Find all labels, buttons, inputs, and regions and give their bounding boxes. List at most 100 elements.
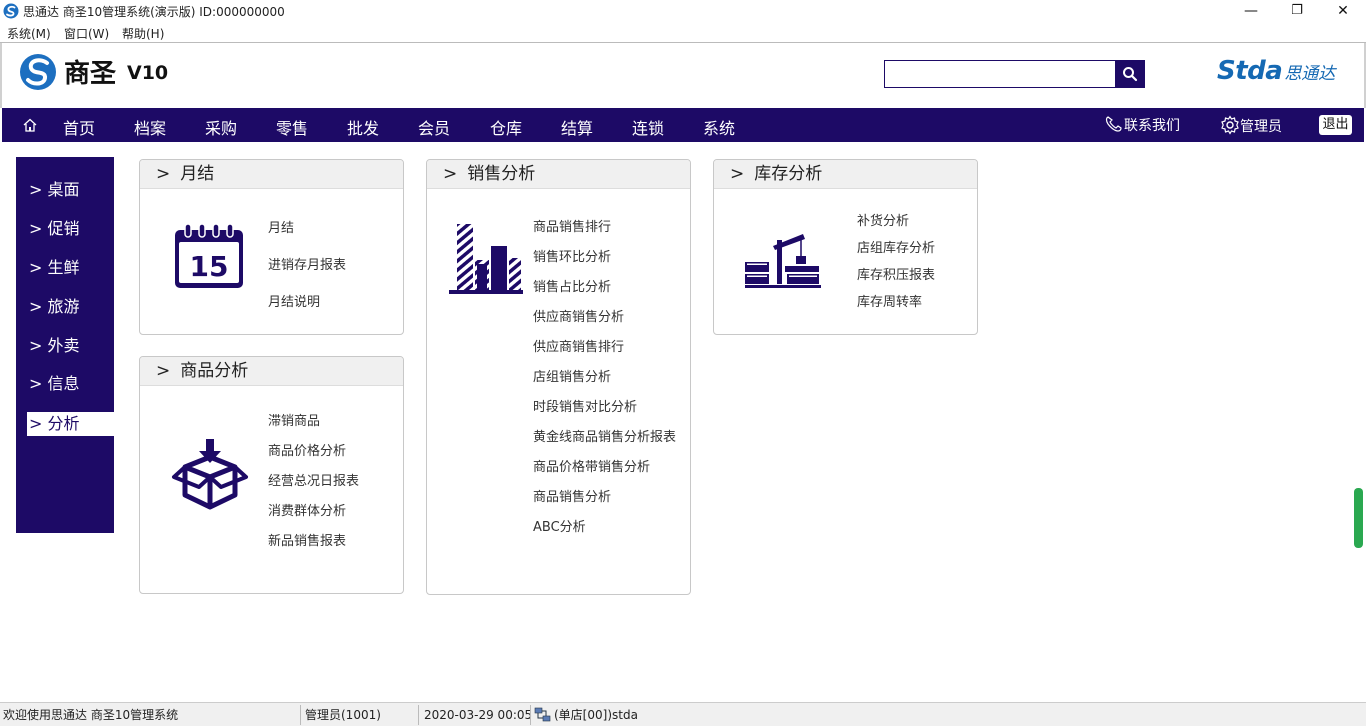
sidebar-item-info[interactable]: > 信息 (27, 372, 114, 396)
nav-wholesale[interactable]: 批发 (347, 115, 379, 139)
status-welcome: 欢迎使用思通达 商圣10管理系统 (3, 708, 179, 722)
link-slow-moving[interactable]: 滞销商品 (268, 410, 320, 429)
nav-home[interactable]: 首页 (63, 115, 95, 139)
link-product-sales[interactable]: 商品销售分析 (533, 486, 611, 505)
status-bar: 欢迎使用思通达 商圣10管理系统 管理员(1001) 2020-03-29 00… (0, 702, 1366, 726)
panel-inventory-title: 库存分析 (754, 164, 823, 184)
contact-us-link[interactable]: 联系我们 (1104, 115, 1180, 135)
main-nav: 首页 档案 采购 零售 批发 会员 仓库 结算 连锁 系统 联系我们 管理员 退… (2, 108, 1364, 142)
link-sales-mom[interactable]: 销售环比分析 (533, 246, 611, 265)
panel-monthly: > 月结 15 月结 进销存月报表 月结说明 (139, 159, 404, 335)
admin-user[interactable]: 管理员 (1220, 115, 1282, 136)
phone-icon (1105, 116, 1122, 132)
search-button[interactable] (1115, 60, 1145, 88)
sidebar-item-desktop[interactable]: > 桌面 (27, 178, 114, 202)
panel-inventory-header: > 库存分析 (714, 160, 977, 189)
link-price-band-sales[interactable]: 商品价格带销售分析 (533, 456, 650, 475)
restore-button[interactable]: ❐ (1274, 0, 1320, 22)
panel-monthly-header: > 月结 (140, 160, 403, 189)
link-consumer-analysis[interactable]: 消费群体分析 (268, 500, 346, 519)
link-price-analysis[interactable]: 商品价格分析 (268, 440, 346, 459)
panel-arrow: > (156, 361, 171, 381)
menu-window[interactable]: 窗口(W) (64, 25, 109, 42)
header: 商圣 V10 Stda 思通达 (0, 43, 1366, 108)
app-window: 思通达 商圣10管理系统(演示版) ID:000000000 — ❐ ✕ 系统(… (0, 0, 1366, 726)
close-button[interactable]: ✕ (1320, 0, 1366, 22)
link-abc-analysis[interactable]: ABC分析 (533, 516, 586, 535)
search-input[interactable] (884, 60, 1116, 88)
sidebar-item-promotion[interactable]: > 促销 (27, 217, 114, 241)
panel-product: > 商品分析 滞销商品 商品价格分析 经营总况日报表 消费群体分析 新品销售报表 (139, 356, 404, 594)
minimize-button[interactable]: — (1228, 0, 1274, 22)
status-store: (单店[00])stda (554, 708, 638, 722)
panel-product-header: > 商品分析 (140, 357, 403, 386)
logout-button[interactable]: 退出 (1319, 115, 1352, 135)
nav-system[interactable]: 系统 (703, 115, 735, 139)
link-sales-share[interactable]: 销售占比分析 (533, 276, 611, 295)
box-icon (172, 439, 248, 510)
link-sales-ranking[interactable]: 商品销售排行 (533, 216, 611, 235)
link-supplier-ranking[interactable]: 供应商销售排行 (533, 336, 624, 355)
link-new-product-report[interactable]: 新品销售报表 (268, 530, 346, 549)
contact-label: 联系我们 (1124, 118, 1180, 134)
link-golden-line-report[interactable]: 黄金线商品销售分析报表 (533, 426, 676, 445)
link-replenishment[interactable]: 补货分析 (857, 210, 909, 229)
panel-monthly-title: 月结 (180, 164, 215, 184)
link-monthly-help[interactable]: 月结说明 (268, 291, 320, 310)
menu-help[interactable]: 帮助(H) (122, 25, 164, 42)
panel-sales-header: > 销售分析 (427, 160, 690, 189)
partner-logo: Stda 思通达 (1217, 56, 1335, 86)
nav-chain[interactable]: 连锁 (632, 115, 664, 139)
nav-retail[interactable]: 零售 (276, 115, 308, 139)
menu-system[interactable]: 系统(M) (7, 25, 51, 42)
link-overstock-report[interactable]: 库存积压报表 (857, 264, 935, 283)
panel-sales: > 销售分析 商品销售排行 销售环比分析 销售占比分析 供应商销售分析 供应商销售… (426, 159, 691, 595)
link-turnover-rate[interactable]: 库存周转率 (857, 291, 922, 310)
window-title: 思通达 商圣10管理系统(演示版) ID:000000000 (23, 5, 285, 19)
nav-purchase[interactable]: 采购 (205, 115, 237, 139)
link-daily-report[interactable]: 经营总况日报表 (268, 470, 359, 489)
panel-inventory: > 库存分析 补货分析 店组库存分析 库存积压报表 库存周转率 (713, 159, 978, 335)
partner-logo-en: Stda (1217, 56, 1283, 86)
sidebar-item-fresh[interactable]: > 生鲜 (27, 256, 114, 280)
link-supplier-sales[interactable]: 供应商销售分析 (533, 306, 624, 325)
nav-settlement[interactable]: 结算 (561, 115, 593, 139)
sidebar-item-takeout[interactable]: > 外卖 (27, 334, 114, 358)
warehouse-crane-icon (745, 234, 821, 288)
title-bar: 思通达 商圣10管理系统(演示版) ID:000000000 — ❐ ✕ (0, 0, 1366, 22)
link-monthly-report[interactable]: 进销存月报表 (268, 254, 346, 273)
panel-sales-title: 销售分析 (467, 164, 536, 184)
vertical-scrollbar[interactable] (1354, 488, 1363, 548)
admin-label: 管理员 (1240, 119, 1282, 135)
gear-icon (1221, 115, 1239, 135)
brand-version: V10 (127, 62, 169, 84)
link-period-comparison[interactable]: 时段销售对比分析 (533, 396, 637, 415)
sidebar: > 桌面 > 促销 > 生鲜 > 旅游 > 外卖 > 信息 > 分析 (16, 157, 114, 533)
menu-bar: 系统(M) 窗口(W) 帮助(H) (0, 22, 1366, 42)
status-user: 管理员(1001) (305, 708, 381, 722)
network-icon (534, 707, 551, 722)
calendar-day-text: 15 (190, 250, 229, 283)
sidebar-item-analysis[interactable]: > 分析 (27, 412, 114, 436)
calendar-icon: 15 (175, 223, 243, 288)
link-monthly-close[interactable]: 月结 (268, 217, 294, 236)
partner-logo-cn: 思通达 (1284, 64, 1336, 84)
nav-warehouse[interactable]: 仓库 (490, 115, 522, 139)
link-store-group-sales[interactable]: 店组销售分析 (533, 366, 611, 385)
link-store-group-stock[interactable]: 店组库存分析 (857, 237, 935, 256)
app-logo-icon (3, 3, 19, 19)
status-divider (300, 705, 301, 725)
content-area: > 桌面 > 促销 > 生鲜 > 旅游 > 外卖 > 信息 > 分析 > 月结 1… (2, 142, 1364, 702)
nav-member[interactable]: 会员 (418, 115, 450, 139)
status-divider (530, 705, 531, 725)
buildings-icon (449, 224, 523, 294)
home-icon[interactable] (22, 117, 38, 133)
sidebar-item-travel[interactable]: > 旅游 (27, 295, 114, 319)
brand-logo-icon (20, 54, 56, 90)
search-icon (1123, 67, 1138, 82)
status-divider (418, 705, 419, 725)
panel-product-title: 商品分析 (180, 361, 249, 381)
brand-name: 商圣 (64, 59, 117, 89)
panel-arrow: > (730, 164, 745, 184)
nav-archive[interactable]: 档案 (134, 115, 166, 139)
